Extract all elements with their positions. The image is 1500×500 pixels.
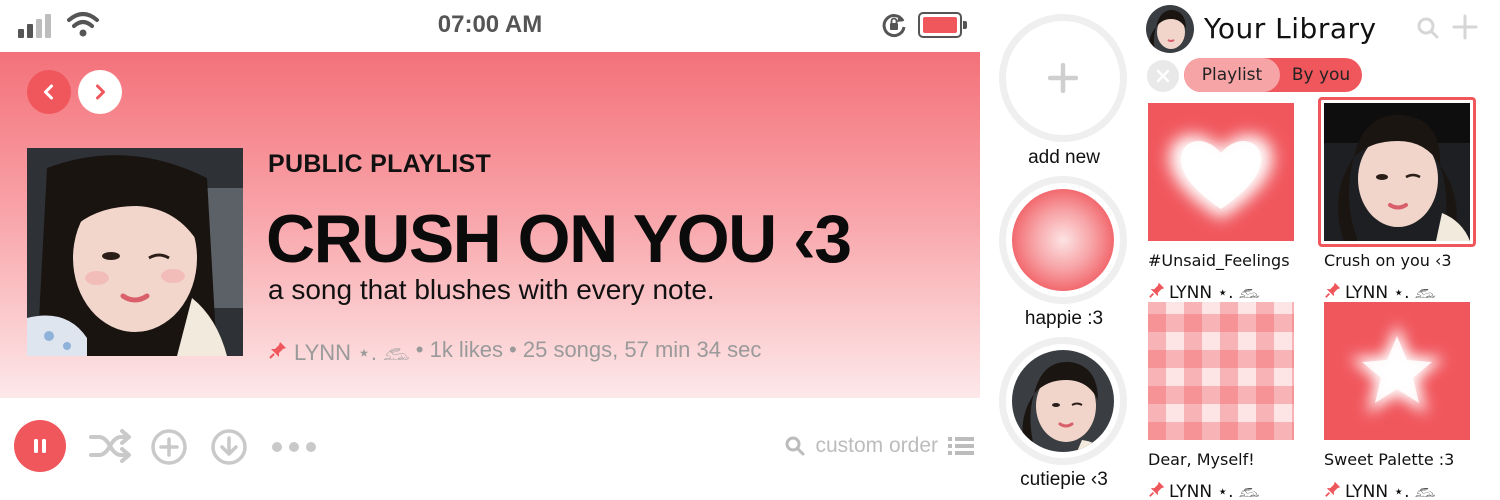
back-button[interactable] xyxy=(27,70,71,114)
playlist-meta: LYNN ⋆. 𓃺 • 1k likes • 25 songs, 57 min … xyxy=(268,332,761,368)
heart-cover-art xyxy=(1148,103,1294,241)
playlist-cover-image xyxy=(27,148,243,356)
library-panel: Your Library Playlist By you #Unsaid_Fee… xyxy=(1140,0,1500,500)
library-item-title: Dear, Myself! xyxy=(1148,450,1255,469)
pin-icon xyxy=(1149,282,1165,298)
library-item-title: Sweet Palette :3 xyxy=(1324,450,1455,469)
filter-chip-by-you[interactable]: By you xyxy=(1280,58,1362,92)
pin-icon xyxy=(269,342,286,359)
quick-item-happie[interactable] xyxy=(999,176,1127,304)
quick-label-add-new[interactable]: add new xyxy=(994,147,1134,169)
add-circle-icon[interactable] xyxy=(150,428,188,466)
sort-label[interactable]: custom order xyxy=(815,434,938,458)
library-item-selected[interactable]: Crush on you ‹3 LYNN ⋆. 𓃺 xyxy=(1318,97,1476,303)
playlist-title: CRUSH ON YOU ‹3 xyxy=(266,201,852,277)
search-icon[interactable] xyxy=(785,436,805,456)
filter-chips: Playlist By you xyxy=(1184,58,1362,92)
shuffle-icon[interactable] xyxy=(88,428,132,464)
library-item-title: Crush on you ‹3 xyxy=(1324,251,1452,270)
library-item-owner: LYNN ⋆. 𓃺 xyxy=(1148,474,1259,500)
list-icon[interactable] xyxy=(948,435,974,457)
avatar[interactable] xyxy=(1146,5,1194,53)
search-icon[interactable] xyxy=(1416,16,1440,40)
library-item[interactable]: Dear, Myself! LYNN ⋆. 𓃺 xyxy=(1148,302,1294,500)
more-icon[interactable] xyxy=(270,440,318,454)
pin-icon xyxy=(1325,282,1341,298)
library-title: Your Library xyxy=(1204,12,1377,45)
owner-label: LYNN ⋆. 𓃺 xyxy=(1169,283,1260,303)
clear-filter-button[interactable] xyxy=(1147,60,1179,92)
library-item-owner: LYNN ⋆. 𓃺 xyxy=(1324,474,1435,500)
plaid-cover-art xyxy=(1148,302,1294,440)
plus-icon[interactable] xyxy=(1452,14,1478,40)
playlist-type-label: PUBLIC PLAYLIST xyxy=(268,150,492,178)
owner-label: LYNN ⋆. 𓃺 xyxy=(1169,482,1260,500)
forward-button[interactable] xyxy=(78,70,122,114)
pause-icon xyxy=(34,439,46,453)
library-item[interactable]: Sweet Palette :3 LYNN ⋆. 𓃺 xyxy=(1324,302,1470,500)
sort-control[interactable]: custom order xyxy=(785,434,974,458)
quick-item-cutiepie[interactable] xyxy=(999,337,1127,465)
photo-cover-art xyxy=(1324,103,1470,241)
playback-controls: custom order xyxy=(0,398,980,500)
add-new-button[interactable] xyxy=(999,14,1127,142)
library-item-owner: LYNN ⋆. 𓃺 xyxy=(1148,275,1259,304)
pause-button[interactable] xyxy=(14,420,66,472)
rotation-lock-icon xyxy=(882,14,906,37)
close-icon xyxy=(1156,69,1170,83)
status-bar: 07:00 AM xyxy=(0,0,980,52)
library-item[interactable]: #Unsaid_Feelings LYNN ⋆. 𓃺 xyxy=(1148,103,1294,303)
quick-access-column: add new happie :3 cutiepie ‹3 xyxy=(994,0,1134,500)
chevron-right-icon xyxy=(96,84,105,100)
library-item-title: #Unsaid_Feelings xyxy=(1148,251,1290,270)
quick-label-happie[interactable]: happie :3 xyxy=(994,308,1134,330)
star-cover-art xyxy=(1324,302,1470,440)
filter-chip-playlist[interactable]: Playlist xyxy=(1184,58,1280,92)
chevron-left-icon xyxy=(44,84,53,100)
owner-label: LYNN ⋆. 𓃺 xyxy=(1345,482,1436,500)
playlist-owner[interactable]: LYNN ⋆. 𓃺 xyxy=(294,332,410,368)
library-item-owner: LYNN ⋆. 𓃺 xyxy=(1324,275,1435,304)
pin-icon xyxy=(1325,481,1341,497)
playlist-description: a song that blushes with every note. xyxy=(268,274,715,305)
owner-label: LYNN ⋆. 𓃺 xyxy=(1345,283,1436,303)
status-time: 07:00 AM xyxy=(437,11,543,38)
quick-label-cutiepie[interactable]: cutiepie ‹3 xyxy=(994,469,1134,491)
playlist-stats: • 1k likes • 25 songs, 57 min 34 sec xyxy=(415,337,762,362)
battery-icon xyxy=(918,12,967,38)
download-icon[interactable] xyxy=(210,428,248,466)
cutiepie-avatar xyxy=(1012,350,1114,452)
pin-icon xyxy=(1149,481,1165,497)
plus-icon xyxy=(1048,63,1078,93)
playlist-header: PUBLIC PLAYLIST CRUSH ON YOU ‹3 a song t… xyxy=(0,52,980,398)
